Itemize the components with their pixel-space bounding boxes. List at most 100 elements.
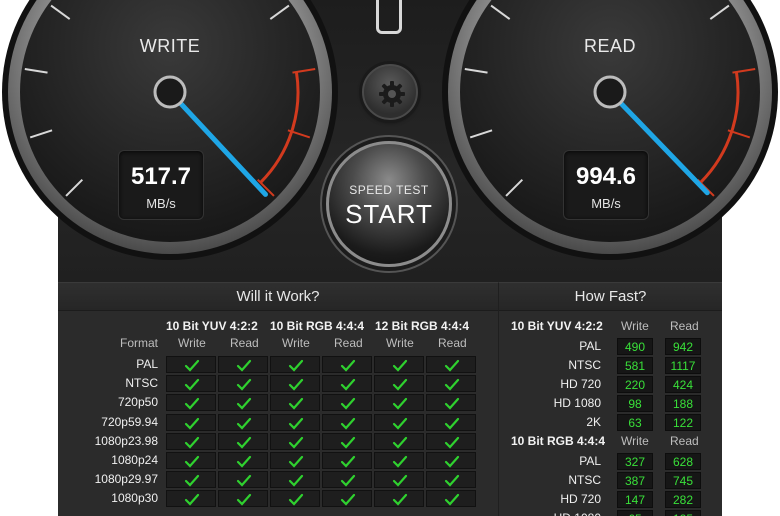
table-cell [322,394,372,412]
table-cell [426,394,476,412]
table-cell [218,356,268,373]
format-row-label: 2K [586,415,601,429]
table-cell [218,375,268,393]
table-cell [218,413,268,431]
write-speed-cell: 63 [617,414,653,431]
table-cell [374,413,424,431]
write-speed-cell: 147 [617,491,653,508]
table-cell [374,356,424,373]
table-cell [426,356,476,373]
table-cell [166,394,216,412]
table-cell [218,452,268,469]
checkmark-icon [288,379,304,391]
table-cell [374,432,424,450]
read-speed-cell: 745 [665,472,701,489]
write-speed-cell: 387 [617,472,653,489]
section-header: 10 Bit YUV 4:2:2 [511,319,603,333]
read-speed-unit: MB/s [591,196,621,211]
checkmark-icon [288,475,304,487]
table-cell [270,452,320,469]
checkmark-icon [236,379,252,391]
checkmark-icon [392,494,408,506]
write-column-header: Write [621,319,649,333]
settings-button[interactable] [362,64,418,120]
table-cell [166,356,216,373]
table-cell [322,490,372,508]
checkmark-icon [288,417,304,430]
format-row-label: 1080p23.98 [94,433,158,448]
read-readout: 994.6 MB/s [563,150,649,220]
write-column-header: Write [386,336,414,350]
will-it-work-title: Will it Work? [58,283,498,311]
how-fast-title: How Fast? [499,283,722,311]
start-button-sublabel: SPEED TEST [349,183,429,197]
start-button-label: START [345,199,433,229]
table-cell [166,471,216,489]
checkmark-icon [392,436,408,449]
table-cell [374,375,424,393]
checkmark-icon [236,417,252,430]
checkmark-icon [236,475,252,487]
read-speed-cell: 628 [665,453,701,470]
write-speed-cell: 98 [617,395,653,412]
table-cell [322,471,372,489]
checkmark-icon [288,359,304,372]
start-speed-test-button[interactable]: SPEED TEST START [326,141,452,267]
write-speed-cell: 327 [617,453,653,470]
checkmark-icon [184,494,200,506]
format-row-label: 720p59.94 [101,414,158,429]
table-cell [166,452,216,469]
format-row-label: NTSC [125,376,158,391]
table-cell [374,471,424,489]
checkmark-icon [392,379,408,391]
table-cell [374,452,424,469]
checkmark-icon [392,398,408,410]
write-speed-cell: 581 [617,357,653,374]
table-cell [218,490,268,508]
format-row-label: 1080p24 [111,453,158,467]
checkmark-icon [444,494,460,506]
checkmark-icon [236,398,252,410]
checkmark-icon [340,398,356,410]
table-cell [426,490,476,508]
format-row-label: PAL [579,454,601,468]
format-row-label: 720p50 [117,395,158,410]
checkmark-icon [340,417,356,430]
checkmark-icon [288,494,304,506]
table-cell [270,413,320,431]
write-column-header: Write [282,336,310,350]
format-row-label: HD 1080 [505,511,601,516]
read-speed-cell: 1117 [665,357,701,374]
read-column-header: Read [438,336,467,350]
checkmark-icon [444,379,460,391]
format-column-header: Format [120,336,159,350]
checkmark-icon [184,475,200,487]
table-cell [166,413,216,431]
checkmark-icon [236,436,252,449]
table-cell [374,394,424,412]
read-speed-cell: 424 [665,376,701,393]
gear-icon [379,81,405,107]
checkmark-icon [288,455,304,468]
read-gauge-title: READ [583,36,636,56]
read-column-header: Read [670,319,699,333]
table-cell [218,471,268,489]
format-row-label: HD 720 [560,377,601,391]
checkmark-icon [392,475,408,487]
checkmark-icon [340,475,356,487]
table-cell [270,375,320,393]
format-row-label: HD 720 [560,492,601,506]
checkmark-icon [340,436,356,449]
checkmark-icon [444,475,460,487]
read-speed-cell: 125 [665,510,701,516]
format-row-label: PAL [579,339,601,353]
checkmark-icon [184,455,200,468]
checkmark-icon [288,398,304,410]
table-cell [270,394,320,412]
checkmark-icon [392,417,408,430]
table-cell [322,375,372,393]
checkmark-icon [184,398,200,410]
group-header: 12 Bit RGB 4:4:4 [375,319,470,333]
checkmark-icon [184,417,200,430]
checkmark-icon [288,436,304,449]
